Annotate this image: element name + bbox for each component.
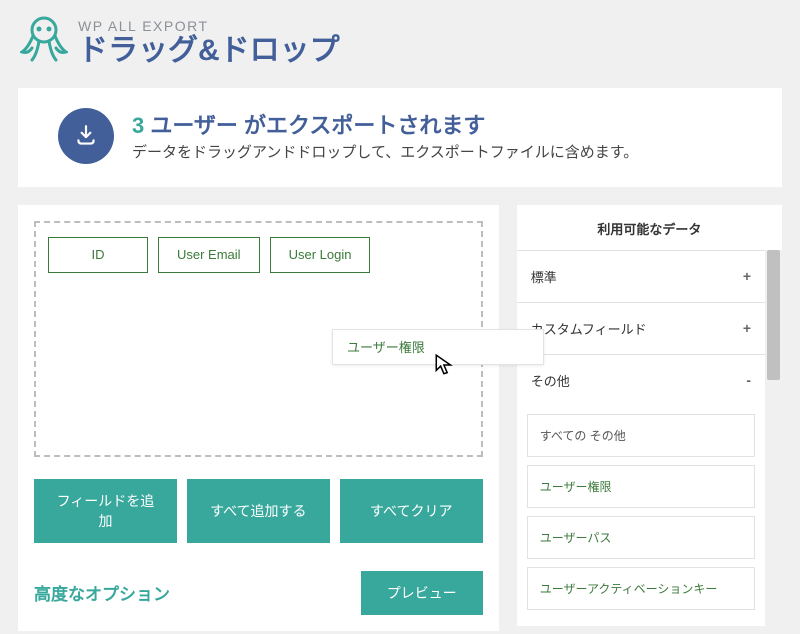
cursor-icon bbox=[434, 353, 456, 377]
scrollbar[interactable] bbox=[765, 250, 782, 626]
data-item-user-pass[interactable]: ユーザーパス bbox=[527, 516, 755, 559]
expand-icon: + bbox=[743, 268, 751, 284]
data-item-user-capabilities[interactable]: ユーザー権限 bbox=[527, 465, 755, 508]
field-chip-user-email[interactable]: User Email bbox=[158, 237, 260, 273]
field-chip-user-login[interactable]: User Login bbox=[270, 237, 371, 273]
collapse-icon: - bbox=[746, 372, 751, 388]
clear-all-button[interactable]: すべてクリア bbox=[340, 479, 483, 543]
advanced-options-link[interactable]: 高度なオプション bbox=[34, 580, 170, 605]
available-data-title: 利用可能なデータ bbox=[517, 205, 782, 250]
expand-icon: + bbox=[743, 320, 751, 336]
page-title: ドラッグ&ドロップ bbox=[78, 34, 340, 67]
accordion-standard[interactable]: 標準 + bbox=[517, 251, 765, 302]
accordion-custom-fields[interactable]: カスタムフィールド + bbox=[517, 303, 765, 354]
add-all-button[interactable]: すべて追加する bbox=[187, 479, 330, 543]
field-chip-id[interactable]: ID bbox=[48, 237, 148, 273]
octopus-logo-icon bbox=[20, 14, 68, 70]
page-header: WP ALL EXPORT ドラッグ&ドロップ bbox=[0, 0, 800, 88]
export-count: 3 bbox=[132, 113, 144, 138]
accordion-label: その他 bbox=[531, 371, 570, 390]
export-count-title: 3 ユーザー がエクスポートされます bbox=[132, 108, 762, 140]
drop-zone[interactable]: ID User Email User Login ユーザー権限 bbox=[34, 221, 483, 457]
export-description: データをドラッグアンドドロップして、エクスポートファイルに含めます。 bbox=[132, 142, 762, 165]
scrollbar-thumb[interactable] bbox=[767, 250, 780, 380]
accordion-label: 標準 bbox=[531, 267, 557, 286]
available-data-panel: 利用可能なデータ 標準 + カスタムフィールド + その他 - bbox=[517, 205, 782, 626]
accordion-label: カスタムフィールド bbox=[531, 319, 647, 338]
download-icon bbox=[58, 108, 114, 164]
data-item-user-activation-key[interactable]: ユーザーアクティベーションキー bbox=[527, 567, 755, 610]
export-summary-banner: 3 ユーザー がエクスポートされます データをドラッグアンドドロップして、エクス… bbox=[18, 88, 782, 187]
add-field-button[interactable]: フィールドを追加 bbox=[34, 479, 177, 543]
data-item-all-other[interactable]: すべての その他 bbox=[527, 414, 755, 457]
accordion-other[interactable]: その他 - bbox=[517, 355, 765, 406]
preview-button[interactable]: プレビュー bbox=[361, 571, 483, 615]
brand-label: WP ALL EXPORT bbox=[78, 18, 340, 34]
export-count-suffix: ユーザー がエクスポートされます bbox=[150, 113, 485, 138]
export-builder-panel: ID User Email User Login ユーザー権限 フィールドを追加… bbox=[18, 205, 499, 631]
